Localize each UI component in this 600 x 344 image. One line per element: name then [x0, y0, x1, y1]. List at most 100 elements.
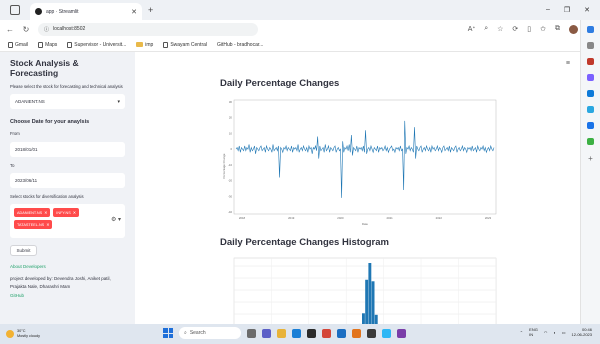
page-icon	[38, 41, 44, 48]
battery-icon[interactable]: ▭	[562, 330, 566, 335]
browser-tab[interactable]: app · Streamlit ✕	[30, 3, 142, 20]
y-tick-label: -40	[228, 210, 232, 214]
x-axis-label: Date	[362, 222, 368, 226]
y-tick-label: -10	[228, 163, 232, 167]
about-developers-link[interactable]: About Developers	[10, 264, 125, 269]
task-view-icon[interactable]	[247, 328, 256, 338]
drop-icon[interactable]	[587, 122, 594, 129]
split-screen-icon[interactable]: ▯	[527, 25, 531, 33]
stock-select-value: ADANIENT.NS	[15, 99, 45, 105]
chrome-icon[interactable]	[322, 328, 331, 338]
taskbar-search[interactable]: ⌕ Search	[179, 327, 241, 339]
word-icon[interactable]	[337, 328, 346, 338]
bookmark-label: GitHub - bradhocar...	[217, 41, 264, 48]
favorites-icon[interactable]: ✩	[540, 25, 546, 33]
page-icon	[8, 41, 13, 48]
bookmark-label: Supervisor - Universit...	[74, 41, 127, 48]
volume-icon[interactable]: ◖	[553, 330, 555, 335]
stock-chip[interactable]: INFY.NS ✕	[53, 208, 79, 218]
back-icon[interactable]: ←	[6, 25, 14, 34]
profile-avatar[interactable]	[569, 24, 578, 34]
wifi-icon[interactable]: ◠	[544, 330, 548, 335]
screen: app · Streamlit ✕ + – ❐ ✕ ← ↻ ⓘ localhos…	[0, 0, 600, 344]
zoom-icon[interactable]: ⌕	[484, 25, 488, 33]
stock-chip[interactable]: TATASTEEL.NS ✕	[14, 220, 53, 230]
tools-icon[interactable]	[587, 74, 594, 81]
edge-icon[interactable]	[292, 328, 301, 338]
y-tick-label: -20	[228, 179, 232, 183]
shopping-icon[interactable]	[587, 58, 594, 65]
from-date-input[interactable]: 2018/01/01	[10, 141, 125, 157]
outlook-icon[interactable]	[587, 106, 594, 113]
store-icon[interactable]	[307, 328, 316, 338]
url-field[interactable]: ⓘ localhost:8502	[38, 22, 258, 36]
diversification-label: Select stocks for diversification analys…	[10, 193, 84, 199]
vscode-icon[interactable]	[382, 328, 391, 338]
search-icon[interactable]	[587, 42, 594, 49]
collections-icon[interactable]: ⧉	[555, 25, 560, 33]
x-tick-label: 2019	[288, 216, 295, 220]
chip-label: INFY.NS	[56, 210, 71, 215]
weather-widget[interactable]: 30°C Mostly cloudy	[6, 329, 40, 338]
taskbar-apps: ⌕ Search	[163, 327, 406, 339]
bookmark-imp[interactable]: imp	[136, 42, 153, 48]
chart-background	[220, 96, 500, 228]
sidebar-title: Stock Analysis & Forecasting	[10, 58, 79, 78]
stock-chip[interactable]: ADANIENT.NS ✕	[14, 208, 51, 218]
clock[interactable]: 00:46 12-06-2023	[572, 327, 592, 337]
address-bar-row: ← ↻ ⓘ localhost:8502 Aᐩ ⌕ ☆ ⟳ ▯ ✩ ⧉ ⋯	[0, 20, 600, 38]
refresh-icon[interactable]: ↻	[22, 25, 30, 34]
windows-start-icon[interactable]	[163, 328, 173, 338]
close-tab-icon[interactable]: ✕	[131, 8, 137, 16]
maximize-icon[interactable]: ❐	[564, 6, 570, 14]
app-icon[interactable]	[352, 328, 361, 338]
office-icon[interactable]	[587, 90, 594, 97]
remove-chip-icon[interactable]: ✕	[46, 222, 49, 227]
new-tab-icon[interactable]: +	[148, 5, 153, 15]
remove-chip-icon[interactable]: ✕	[44, 210, 47, 215]
bookmark-github[interactable]: GitHub - bradhocar...	[217, 42, 263, 48]
bookmark-supervisor[interactable]: Supervisor - Universit...	[67, 41, 127, 48]
daily-changes-line-chart: Percentage Change Date -40-30-20-1001020…	[220, 96, 500, 228]
bookmark-gmail[interactable]: Gmail	[8, 41, 28, 48]
x-tick-label: 2022	[436, 216, 443, 220]
tray-chevron-icon[interactable]: ⌃	[520, 330, 523, 335]
bookmarks-bar: Gmail Maps Supervisor - Universit... imp…	[0, 38, 580, 52]
stock-select[interactable]: ADANIENT.NS ▾	[10, 94, 125, 110]
bookmark-swayam[interactable]: Swayam Central	[163, 41, 207, 48]
close-window-icon[interactable]: ✕	[584, 6, 590, 14]
clear-and-expand-icon[interactable]: ⚙ ▾	[111, 216, 121, 223]
system-tray: ⌃ ENG IN ◠ ◖ ▭ 00:46 12-06-2023	[520, 327, 592, 337]
bookmark-maps[interactable]: Maps	[38, 41, 57, 48]
weather-text: 30°C Mostly cloudy	[17, 329, 41, 338]
info-icon: ⓘ	[44, 26, 50, 33]
to-date-input[interactable]: 2023/06/11	[10, 172, 125, 188]
page-icon	[163, 41, 169, 48]
y-tick-label: 20	[229, 116, 233, 120]
chart-title-histogram: Daily Percentage Changes Histogram	[220, 237, 389, 248]
refresh-extension-icon[interactable]: ⟳	[512, 25, 518, 33]
visual-studio-icon[interactable]	[397, 328, 406, 338]
minimize-icon[interactable]: –	[546, 6, 550, 14]
x-tick-label: 2020	[337, 216, 344, 220]
main-menu-icon[interactable]: ≡	[566, 60, 570, 67]
read-aloud-icon[interactable]: Aᐩ	[468, 25, 475, 33]
github-link[interactable]: GitHub	[10, 293, 125, 298]
games-icon[interactable]	[587, 138, 594, 145]
favorite-icon[interactable]: ☆	[497, 25, 503, 33]
add-icon[interactable]: +	[588, 154, 593, 163]
tab-actions-icon[interactable]	[10, 5, 20, 15]
streamlit-favicon-icon	[35, 8, 42, 15]
file-explorer-icon[interactable]	[277, 328, 286, 338]
teams-icon[interactable]	[262, 328, 271, 338]
chart-title-daily-changes: Daily Percentage Changes	[220, 78, 340, 89]
from-date-value: 2018/01/01	[15, 146, 38, 152]
bing-icon[interactable]	[587, 26, 594, 33]
terminal-icon[interactable]	[367, 328, 376, 338]
y-tick-label: 10	[229, 131, 233, 135]
weather-icon	[6, 330, 14, 338]
language-indicator[interactable]: ENG IN	[529, 327, 538, 337]
submit-button[interactable]: Submit	[10, 245, 37, 257]
diversification-multiselect[interactable]: ADANIENT.NS ✕ INFY.NS ✕ TATASTEEL.NS ✕ ⚙ ▾	[10, 204, 125, 239]
remove-chip-icon[interactable]: ✕	[73, 210, 76, 215]
